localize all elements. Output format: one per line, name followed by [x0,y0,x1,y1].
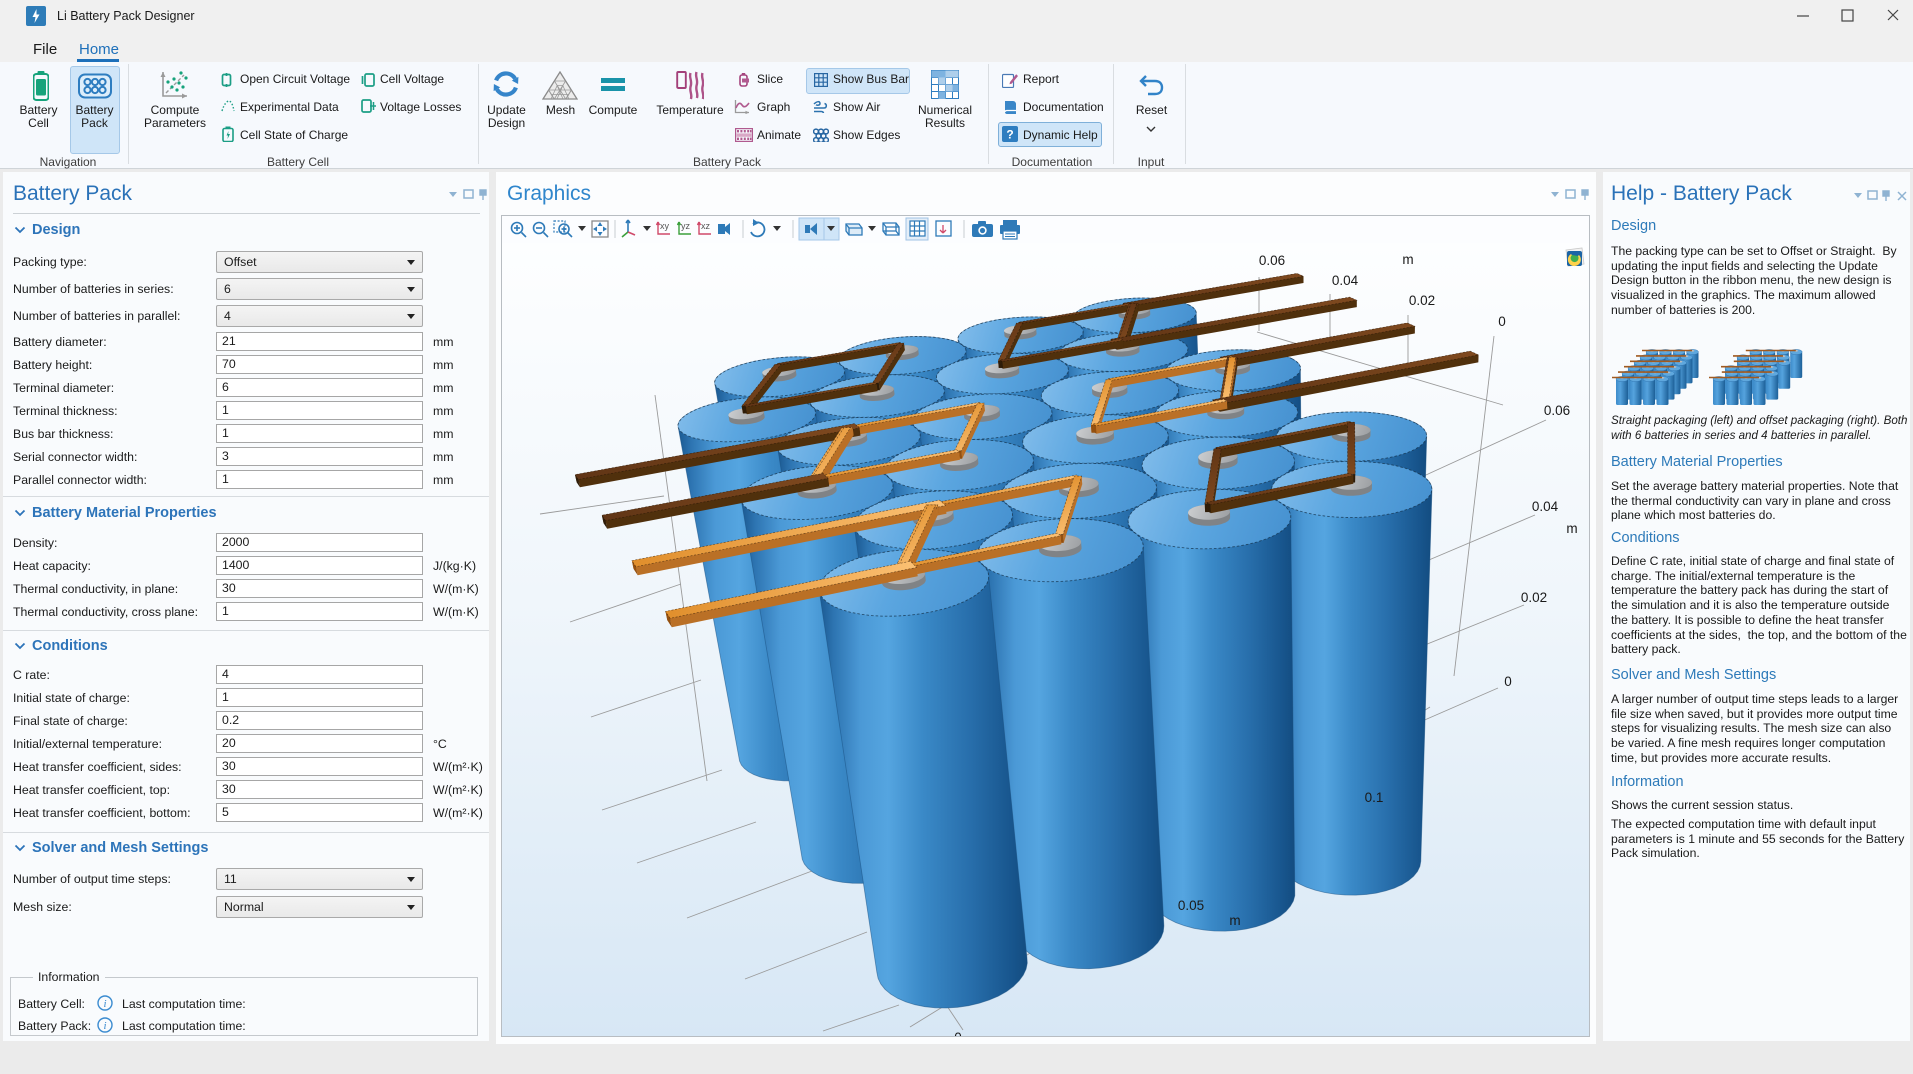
svg-text:i: i [103,998,106,1010]
svg-text:m: m [1402,252,1413,267]
svg-text:0: 0 [1504,674,1512,689]
svg-text:yz: yz [681,221,691,231]
svg-text:0.02: 0.02 [1521,590,1547,605]
svg-text:0.04: 0.04 [1332,273,1359,288]
svg-text:xz: xz [701,221,711,231]
svg-text:0.06: 0.06 [1544,403,1570,418]
svg-text:0.06: 0.06 [1259,253,1285,268]
svg-text:0: 0 [1498,314,1506,329]
svg-text:0.05: 0.05 [1178,898,1204,913]
svg-text:0.04: 0.04 [1532,499,1559,514]
svg-text:0.1: 0.1 [1365,790,1384,805]
svg-text:0: 0 [954,1030,962,1036]
svg-text:m: m [1229,913,1240,928]
svg-text:0.02: 0.02 [1409,293,1435,308]
svg-text:xy: xy [660,221,670,231]
svg-text:i: i [103,1020,106,1032]
svg-text:?: ? [1006,128,1013,142]
svg-text:m: m [1566,521,1577,536]
